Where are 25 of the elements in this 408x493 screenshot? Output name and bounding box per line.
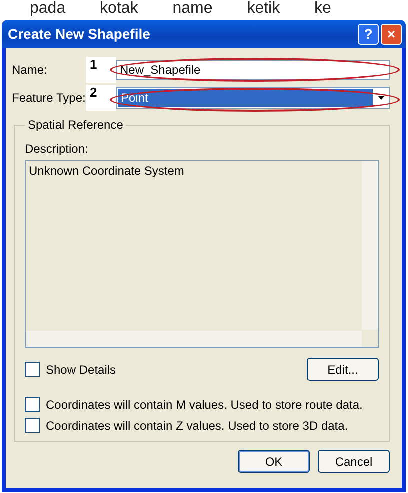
group-title: Spatial Reference xyxy=(27,118,124,132)
feature-type-dropdown[interactable]: Point xyxy=(116,87,390,109)
name-field[interactable]: New_Shapefile xyxy=(116,60,390,80)
checkbox[interactable] xyxy=(25,418,40,433)
description-text: Unknown Coordinate System xyxy=(28,163,186,180)
window-title: Create New Shapefile xyxy=(8,26,152,42)
horizontal-scrollbar[interactable] xyxy=(26,331,362,347)
checkbox-label: Show Details xyxy=(46,362,116,376)
checkbox-label: Coordinates will contain Z values. Used to store 3D data. xyxy=(46,418,348,432)
edit-button[interactable]: Edit... xyxy=(307,358,379,381)
feature-type-label: Feature Type: xyxy=(12,91,86,105)
checkbox-label: Coordinates will contain M values. Used to store route data. xyxy=(46,398,363,412)
checkbox[interactable] xyxy=(25,397,40,412)
caret-icon xyxy=(378,96,385,100)
annotation-number: 2 xyxy=(86,85,116,111)
page-caption: pada kotak name ketik ke xyxy=(30,0,332,18)
cancel-button[interactable]: Cancel xyxy=(318,450,390,473)
ok-button[interactable]: OK xyxy=(238,450,310,473)
name-label: Name: xyxy=(12,63,48,77)
annotation-number: 1 xyxy=(86,57,116,83)
checkbox[interactable] xyxy=(25,362,40,377)
help-button[interactable]: ? xyxy=(358,24,379,44)
description-label: Description: xyxy=(25,142,90,156)
close-button[interactable]: × xyxy=(381,24,402,44)
vertical-scrollbar[interactable] xyxy=(362,161,378,330)
